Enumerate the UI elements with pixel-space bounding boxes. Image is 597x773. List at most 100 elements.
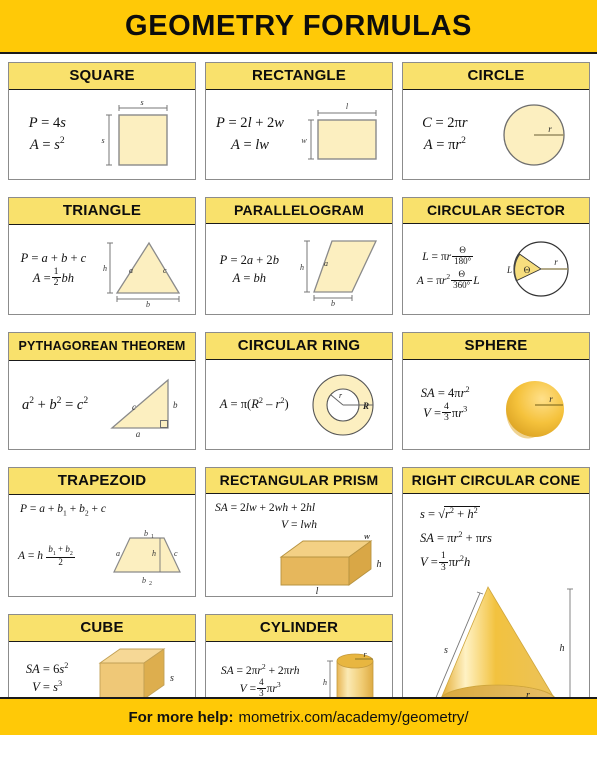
formula-list-triangle: P = a + b + c A = 1 2 bh bbox=[20, 251, 87, 289]
formula-list-circle: C = 2πr A = πr2 bbox=[422, 115, 468, 153]
card-title-trapezoid: TRAPEZOID bbox=[9, 468, 195, 495]
card-body-circular-ring: A = π(R2 – r2) r R bbox=[206, 360, 392, 449]
formula-card-rectangular-prism: RECTANGULAR PRISM SA = 2lw + 2wh + 2hl V… bbox=[205, 467, 393, 597]
formula-list-cylinder: SA = 2πr2 + 2πrh V = 4 3 πr3 bbox=[220, 661, 300, 699]
formula-card-circle: CIRCLE C = 2πr A = πr2 r bbox=[402, 62, 590, 180]
rectangular-prism-figure: w h l bbox=[279, 535, 382, 595]
sphere-figure: r bbox=[506, 380, 565, 438]
formula-list-sphere: SA = 4πr2 V = 4 3 πr3 bbox=[420, 385, 470, 424]
svg-text:b: b bbox=[173, 400, 178, 410]
formula-card-triangle: TRIANGLE P = a + b + c A =12bh h a c bbox=[8, 197, 196, 315]
formula-card-grid: SQUARE P = 4s A = s2 s s RECTANGLE P = 2… bbox=[8, 62, 590, 714]
formula-card-circular-sector: CIRCULAR SECTOR L = πr Θ 180° A = πr2 Θ 360°… bbox=[402, 197, 590, 315]
card-title-sphere: SPHERE bbox=[403, 333, 589, 360]
parallelogram-figure: h a b bbox=[300, 240, 378, 306]
svg-text:l: l bbox=[346, 102, 349, 111]
card-title-parallelogram: PARALLELOGRAM bbox=[206, 198, 392, 224]
svg-text:2: 2 bbox=[149, 581, 152, 586]
svg-text:s: s bbox=[141, 99, 144, 107]
card-body-right-circular-cone: s = √r2 + h2 SA = πr2 + πrs V =13πr2h bbox=[403, 494, 589, 713]
card-title-pythagorean-theorem: PYTHAGOREAN THEOREM bbox=[9, 333, 195, 361]
formula-list-cube: SA = 6s2 V = s3 bbox=[25, 660, 69, 695]
svg-text:h: h bbox=[152, 549, 156, 558]
card-title-cylinder: CYLINDER bbox=[206, 615, 392, 642]
card-title-rectangle: RECTANGLE bbox=[206, 63, 392, 90]
card-body-sphere: SA = 4πr2 V = 4 3 πr3 r bbox=[403, 360, 589, 449]
svg-text:r: r bbox=[554, 257, 558, 267]
card-title-circular-ring: CIRCULAR RING bbox=[206, 333, 392, 360]
svg-text:a: a bbox=[129, 266, 133, 275]
svg-text:R: R bbox=[362, 401, 369, 411]
svg-text:h: h bbox=[377, 559, 382, 570]
svg-text:Θ: Θ bbox=[524, 265, 531, 275]
svg-text:w: w bbox=[364, 535, 371, 542]
formula-card-parallelogram: PARALLELOGRAM P = 2a + 2b A = bh h a b bbox=[205, 197, 393, 315]
formula-list-square: P = 4s A = s2 bbox=[28, 115, 66, 153]
formula-list-trapezoid-area: A = h b1 + b2 2 bbox=[18, 543, 75, 567]
svg-text:r: r bbox=[548, 124, 552, 134]
formula-card-pythagorean-theorem: PYTHAGOREAN THEOREM a2 + b2 = c2 c b a bbox=[8, 332, 196, 450]
formula-sheet: SQUARE P = 4s A = s2 s s RECTANGLE P = 2… bbox=[0, 54, 597, 735]
svg-text:c: c bbox=[163, 266, 167, 275]
svg-text:s: s bbox=[170, 673, 174, 684]
formula-list-parallelogram: P = 2a + 2b A = bh bbox=[219, 252, 279, 285]
svg-text:h: h bbox=[560, 643, 565, 654]
circular-sector-figure: r L Θ bbox=[506, 241, 569, 297]
svg-text:b: b bbox=[144, 529, 148, 538]
card-body-circle: C = 2πr A = πr2 r bbox=[403, 90, 589, 179]
card-title-circle: CIRCLE bbox=[403, 63, 589, 90]
svg-text:b: b bbox=[142, 576, 146, 585]
svg-text:a: a bbox=[136, 429, 141, 438]
svg-text:a: a bbox=[116, 549, 120, 558]
svg-text:1: 1 bbox=[151, 534, 154, 540]
svg-text:c: c bbox=[132, 402, 136, 412]
card-title-square: SQUARE bbox=[9, 63, 195, 90]
formula-list-right-circular-cone: s = √r2 + h2 SA = πr2 + πrs V = 1 3 πr2h bbox=[420, 506, 492, 573]
footer-bar: For more help: mometrix.com/academy/geom… bbox=[0, 697, 597, 735]
formula-card-sphere: SPHERE SA = 4πr2 V = 4 3 πr3 r bbox=[402, 332, 590, 450]
card-body-trapezoid: P = a + b1 + b2 + c A = h b1 + b2 2 b 1 a… bbox=[9, 495, 195, 596]
square-figure: s s bbox=[102, 99, 168, 166]
svg-text:h: h bbox=[103, 264, 107, 273]
svg-text:w: w bbox=[301, 136, 307, 145]
formula-list-trapezoid: P = a + b1 + b2 + c bbox=[20, 503, 106, 518]
svg-text:l: l bbox=[316, 586, 319, 595]
card-body-square: P = 4s A = s2 s s bbox=[9, 90, 195, 179]
triangle-figure: h a c b bbox=[103, 241, 181, 307]
circle-figure: r bbox=[503, 103, 565, 166]
formula-card-square: SQUARE P = 4s A = s2 s s bbox=[8, 62, 196, 180]
page-banner: GEOMETRY FORMULAS bbox=[0, 0, 597, 54]
formula-list-rectangle: P = 2l + 2w A = lw bbox=[216, 115, 284, 153]
svg-text:r: r bbox=[549, 394, 553, 404]
formula-card-rectangle: RECTANGLE P = 2l + 2w A = lw l w bbox=[205, 62, 393, 180]
formula-list-circular-ring: A = π(R2 – r2) bbox=[219, 396, 289, 412]
formula-list-circular-sector: L = πr Θ 180° A = πr2 Θ 360° L bbox=[416, 244, 480, 290]
card-body-pythagorean-theorem: a2 + b2 = c2 c b a bbox=[9, 361, 195, 450]
rectangle-figure: l w bbox=[301, 102, 377, 160]
formula-card-circular-ring: CIRCULAR RING A = π(R2 – r2) r R bbox=[205, 332, 393, 450]
card-title-cube: CUBE bbox=[9, 615, 195, 642]
formula-card-trapezoid: TRAPEZOID P = a + b1 + b2 + c A = h b1 +… bbox=[8, 467, 196, 597]
right-triangle-figure: c b a bbox=[110, 378, 178, 438]
svg-text:c: c bbox=[174, 549, 178, 558]
cone-figure: r s h bbox=[428, 585, 573, 713]
page-title: GEOMETRY FORMULAS bbox=[125, 9, 472, 42]
svg-text:a: a bbox=[324, 259, 328, 268]
circular-ring-figure: r R bbox=[312, 373, 374, 436]
card-body-parallelogram: P = 2a + 2b A = bh h a b bbox=[206, 224, 392, 314]
card-title-circular-sector: CIRCULAR SECTOR bbox=[403, 198, 589, 224]
svg-text:L: L bbox=[506, 265, 512, 275]
card-body-rectangular-prism: SA = 2lw + 2wh + 2hl V = lwh w h l bbox=[206, 494, 392, 596]
svg-text:b: b bbox=[146, 300, 150, 307]
formula-list-rectangular-prism: SA = 2lw + 2wh + 2hl V = lwh bbox=[215, 502, 317, 531]
card-title-triangle: TRIANGLE bbox=[9, 198, 195, 225]
trapezoid-figure: b 1 a h c b 2 bbox=[113, 529, 181, 586]
svg-text:h: h bbox=[323, 678, 327, 687]
footer-url[interactable]: mometrix.com/academy/geometry/ bbox=[238, 709, 468, 726]
card-body-rectangle: P = 2l + 2w A = lw l w bbox=[206, 90, 392, 179]
card-title-rectangular-prism: RECTANGULAR PRISM bbox=[206, 468, 392, 494]
svg-text:b: b bbox=[331, 299, 335, 306]
card-body-circular-sector: L = πr Θ 180° A = πr2 Θ 360° L r L Θ bbox=[403, 224, 589, 314]
svg-text:s: s bbox=[102, 136, 105, 145]
svg-text:s: s bbox=[444, 645, 448, 656]
